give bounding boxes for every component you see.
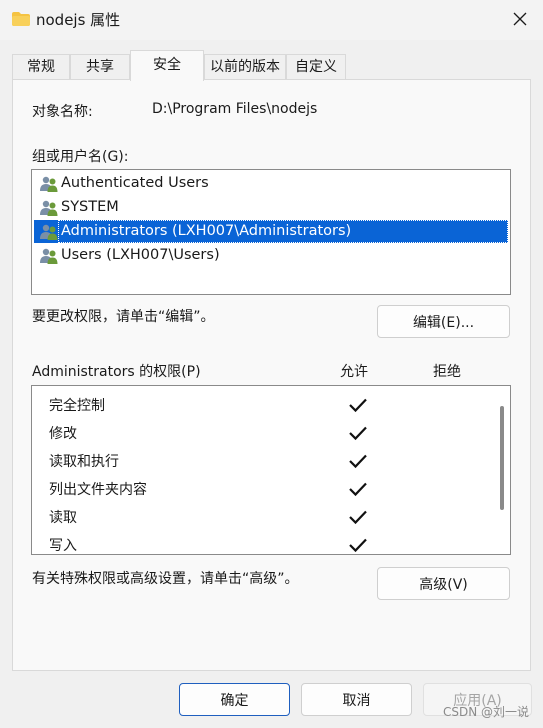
permission-name: 完全控制 bbox=[49, 398, 105, 414]
checkmark-icon bbox=[349, 398, 367, 413]
close-button[interactable] bbox=[497, 0, 543, 38]
tab-security[interactable]: 安全 bbox=[130, 50, 204, 81]
list-item[interactable]: Authenticated Users bbox=[34, 172, 508, 195]
permissions-title: Administrators 的权限(P) bbox=[32, 364, 201, 380]
checkmark-icon bbox=[349, 482, 367, 497]
users-group-icon bbox=[40, 200, 58, 216]
groups-label: 组或用户名(G): bbox=[32, 149, 129, 165]
group-user-list[interactable]: Authenticated Users SYSTEM Administrator… bbox=[31, 169, 511, 295]
list-item-label: SYSTEM bbox=[61, 199, 119, 215]
permission-row: 读取和执行 bbox=[32, 446, 494, 474]
permission-row: 列出文件夹内容 bbox=[32, 474, 494, 502]
allow-column-header: 允许 bbox=[340, 364, 368, 380]
permission-name: 读取 bbox=[49, 510, 77, 526]
edit-button[interactable]: 编辑(E)... bbox=[377, 305, 510, 338]
watermark: CSDN @刘一说 bbox=[442, 705, 529, 719]
tab-general[interactable]: 常规 bbox=[12, 54, 70, 80]
window-title: nodejs 属性 bbox=[36, 11, 121, 29]
title-bar: nodejs 属性 bbox=[0, 0, 543, 40]
checkmark-icon bbox=[349, 426, 367, 441]
permissions-list[interactable]: 完全控制 修改 读取和执行 列出文件夹内容 读取 写入 bbox=[31, 385, 511, 555]
permission-name: 读取和执行 bbox=[49, 454, 119, 470]
users-group-icon bbox=[40, 176, 58, 192]
close-icon bbox=[513, 12, 527, 26]
object-name-label: 对象名称: bbox=[32, 104, 93, 120]
permission-row: 写入 bbox=[32, 530, 494, 554]
users-group-icon bbox=[40, 248, 58, 264]
permission-name: 写入 bbox=[49, 538, 77, 554]
list-item[interactable]: Users (LXH007\Users) bbox=[34, 244, 508, 267]
checkmark-icon bbox=[349, 454, 367, 469]
tab-sharing[interactable]: 共享 bbox=[70, 54, 130, 80]
scrollbar-thumb[interactable] bbox=[500, 406, 504, 510]
cancel-button[interactable]: 取消 bbox=[301, 683, 412, 716]
list-item-label: Users (LXH007\Users) bbox=[61, 247, 220, 263]
deny-column-header: 拒绝 bbox=[433, 364, 461, 380]
advanced-button[interactable]: 高级(V) bbox=[377, 567, 510, 600]
list-item[interactable]: SYSTEM bbox=[34, 196, 508, 219]
permission-name: 列出文件夹内容 bbox=[49, 482, 147, 498]
folder-icon bbox=[12, 12, 30, 26]
ok-button[interactable]: 确定 bbox=[179, 683, 290, 716]
advanced-hint: 有关特殊权限或高级设置，请单击“高级”。 bbox=[32, 571, 299, 587]
tab-previous-versions[interactable]: 以前的版本 bbox=[204, 54, 286, 80]
checkmark-icon bbox=[349, 538, 367, 553]
list-item-selected[interactable]: Administrators (LXH007\Administrators) bbox=[34, 220, 508, 243]
permission-row: 读取 bbox=[32, 502, 494, 530]
object-name-value: D:\Program Files\nodejs bbox=[152, 101, 318, 117]
checkmark-icon bbox=[349, 510, 367, 525]
list-item-label: Administrators (LXH007\Administrators) bbox=[61, 223, 352, 239]
permission-name: 修改 bbox=[49, 426, 77, 442]
users-group-icon bbox=[40, 224, 58, 240]
list-item-label: Authenticated Users bbox=[61, 175, 209, 191]
permission-row: 完全控制 bbox=[32, 390, 494, 418]
edit-hint: 要更改权限，请单击“编辑”。 bbox=[32, 309, 215, 325]
tab-customize[interactable]: 自定义 bbox=[286, 54, 346, 80]
permission-row: 修改 bbox=[32, 418, 494, 446]
